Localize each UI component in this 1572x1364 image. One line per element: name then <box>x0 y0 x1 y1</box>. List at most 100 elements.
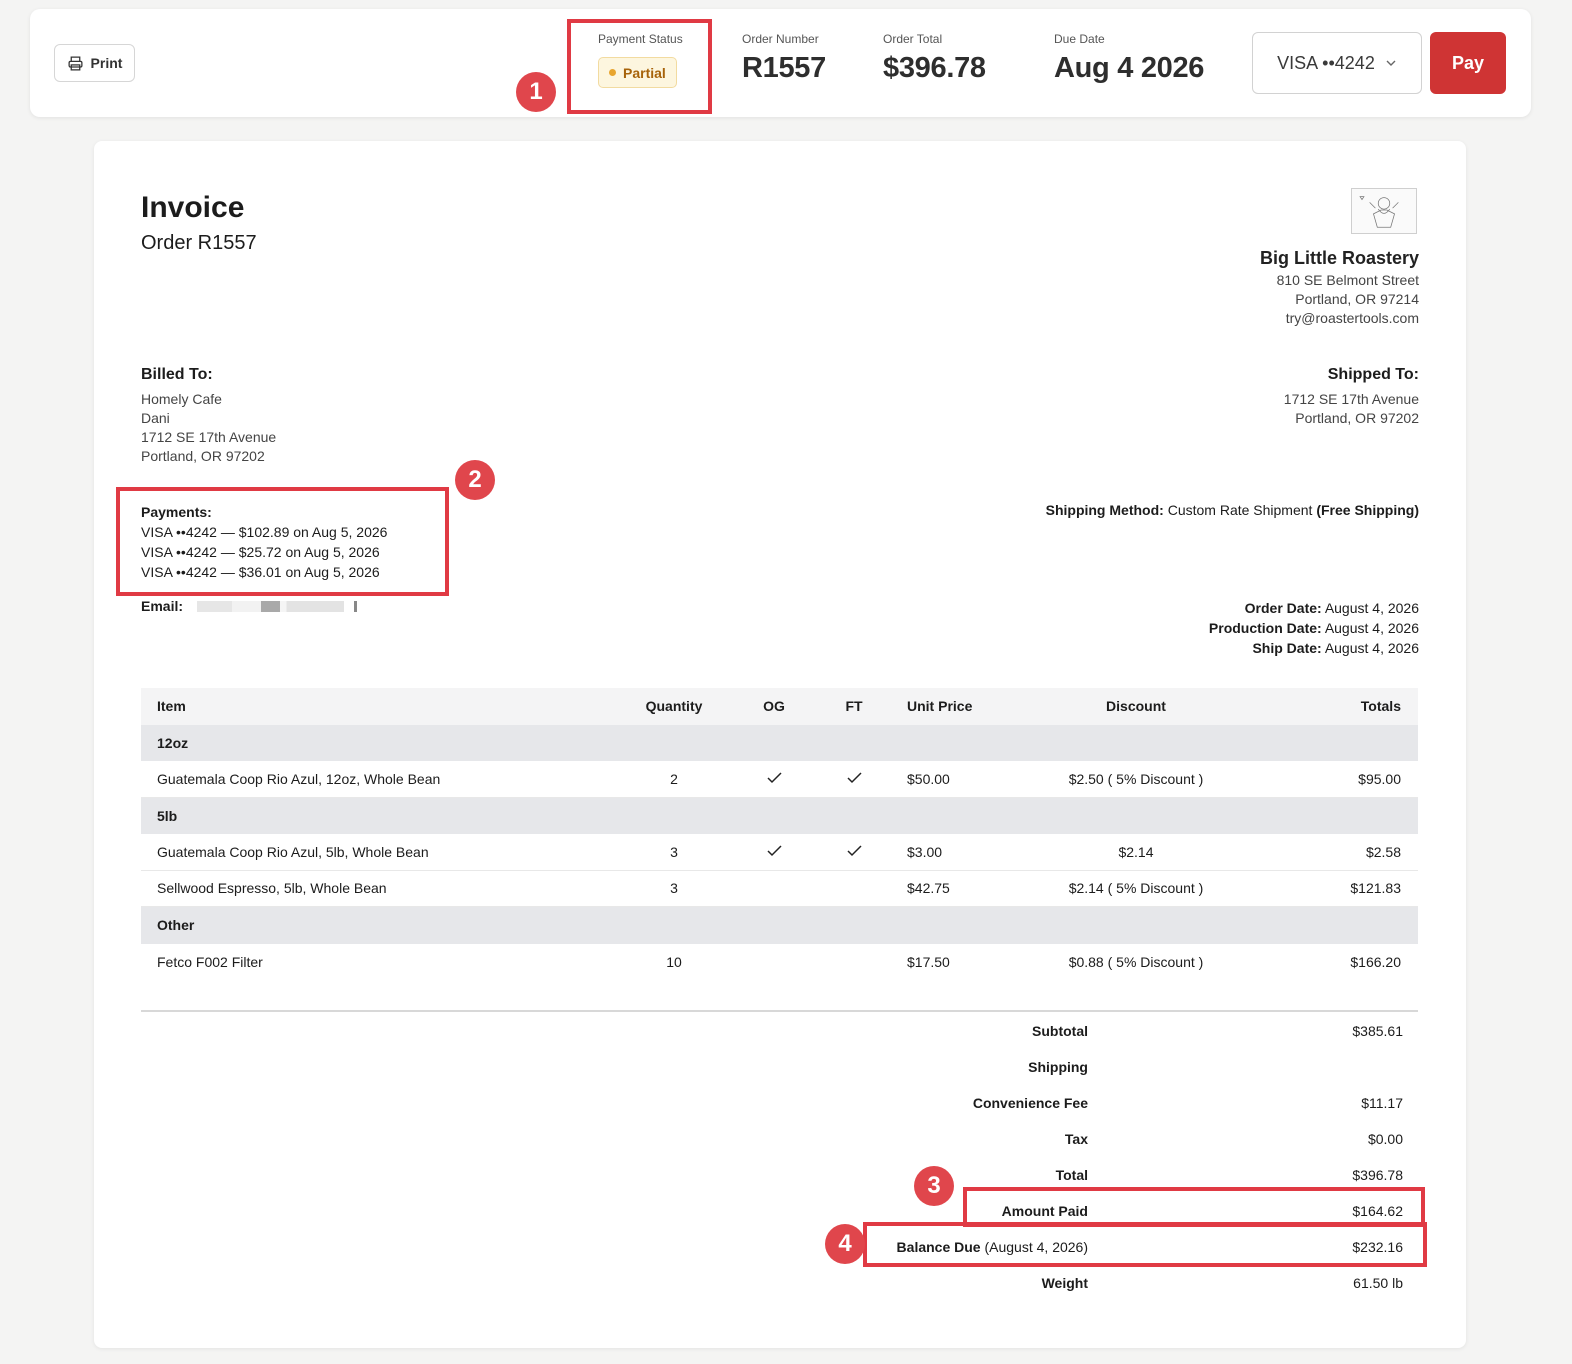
item-qty: 2 <box>670 770 678 787</box>
ship-date-value: August 4, 2026 <box>1324 640 1419 656</box>
order-total-value: $396.78 <box>883 52 986 84</box>
order-number-value: R1557 <box>742 52 826 84</box>
order-header: Print Payment Status Partial Order Numbe… <box>30 9 1531 117</box>
item-total: $95.00 <box>1358 770 1401 787</box>
email-row: Email: <box>141 598 358 614</box>
annotation-marker: 1 <box>516 72 556 112</box>
production-date-label: Production Date: <box>1208 620 1322 636</box>
item-total: $166.20 <box>1350 953 1401 970</box>
item-name: Guatemala Coop Rio Azul, 5lb, Whole Bean <box>157 843 429 860</box>
shipping-method-label: Shipping Method: <box>1045 502 1164 518</box>
order-date-value: August 4, 2026 <box>1324 600 1419 616</box>
table-row: Sellwood Espresso, 5lb, Whole Bean 3 $42… <box>141 871 1418 907</box>
item-unit-price: $17.50 <box>907 953 950 970</box>
billed-to-line: Dani <box>141 410 170 426</box>
due-date: Due Date Aug 4 2026 <box>1054 32 1204 85</box>
annotation-box-payments <box>116 487 449 596</box>
item-name: Guatemala Coop Rio Azul, 12oz, Whole Bea… <box>157 770 441 787</box>
pay-button[interactable]: Pay <box>1430 32 1506 94</box>
item-total: $2.58 <box>1365 843 1401 860</box>
table-row: Fetco F002 Filter 10 $17.50 $0.88 ( 5% D… <box>141 944 1418 981</box>
ft-check-icon <box>819 771 889 787</box>
invoice-order: Order R1557 <box>141 232 257 254</box>
card-select-value: VISA ••4242 <box>1277 52 1375 73</box>
column-header: Discount <box>1106 698 1166 715</box>
print-button[interactable]: Print <box>54 44 135 82</box>
subtotal-value: $385.61 <box>1352 1023 1403 1039</box>
due-date-label: Due Date <box>1054 32 1105 46</box>
shipped-to: Shipped To: 1712 SE 17th Avenue Portland… <box>1284 366 1419 428</box>
column-header: Unit Price <box>907 698 973 715</box>
email-redacted <box>197 600 358 612</box>
printer-icon <box>68 55 83 71</box>
annotation-marker: 4 <box>825 1224 865 1264</box>
item-unit-price: $50.00 <box>907 770 950 787</box>
item-discount: $2.14 ( 5% Discount ) <box>1068 880 1204 897</box>
weight-value: 61.50 lb <box>1353 1275 1403 1291</box>
group-row: Other <box>141 907 1418 944</box>
weight-row: Weight 61.50 lb <box>819 1265 1419 1301</box>
company-logo <box>1351 188 1417 234</box>
roastery-logo-icon <box>1359 196 1399 228</box>
convenience-fee-label: Convenience Fee <box>972 1095 1088 1111</box>
tax-label: Tax <box>1064 1131 1088 1147</box>
email-label: Email: <box>141 598 184 614</box>
annotation-box-balance-due <box>863 1222 1427 1267</box>
og-check-icon <box>729 771 819 787</box>
convenience-fee-value: $11.17 <box>1361 1095 1403 1111</box>
order-number: Order Number R1557 <box>742 32 826 85</box>
weight-label: Weight <box>1041 1275 1088 1291</box>
order-date-label: Order Date: <box>1244 600 1322 616</box>
items-table: Item Quantity OG FT Unit Price Discount … <box>141 688 1418 980</box>
billed-to-line: Portland, OR 97202 <box>141 448 265 464</box>
total-value: $396.78 <box>1352 1167 1403 1183</box>
item-qty: 3 <box>670 843 678 860</box>
ship-date-label: Ship Date: <box>1252 640 1322 656</box>
shipped-to-line: 1712 SE 17th Avenue <box>1283 391 1419 407</box>
item-unit-price: $3.00 <box>907 843 943 860</box>
company-street: 810 SE Belmont Street <box>1276 272 1419 288</box>
column-header: Totals <box>1360 698 1401 715</box>
production-date-value: August 4, 2026 <box>1324 620 1419 636</box>
print-label: Print <box>90 55 123 71</box>
item-name: Fetco F002 Filter <box>157 953 263 970</box>
subtotal-row: Subtotal $385.61 <box>819 1013 1419 1049</box>
column-header: Item <box>157 698 186 715</box>
column-header: Quantity <box>645 698 703 715</box>
billed-to-line: 1712 SE 17th Avenue <box>141 429 277 445</box>
column-header: FT <box>845 698 863 715</box>
shipping-method-note: (Free Shipping) <box>1316 502 1419 518</box>
tax-value: $0.00 <box>1367 1131 1403 1147</box>
company-info: Big Little Roastery 810 SE Belmont Stree… <box>1260 248 1419 326</box>
shipped-to-heading: Shipped To: <box>1327 366 1419 383</box>
annotation-marker: 2 <box>455 460 495 500</box>
shipping-method: Shipping Method: Custom Rate Shipment (F… <box>1046 502 1419 518</box>
tax-row: Tax $0.00 <box>819 1121 1419 1157</box>
item-qty: 3 <box>670 880 678 897</box>
billed-to: Billed To: Homely Cafe Dani 1712 SE 17th… <box>141 366 276 466</box>
item-discount: $2.14 <box>1118 843 1154 860</box>
shipping-method-value: Custom Rate Shipment <box>1167 502 1313 518</box>
order-number-label: Order Number <box>742 32 819 46</box>
billed-to-line: Homely Cafe <box>141 391 222 407</box>
convenience-fee-row: Convenience Fee $11.17 <box>819 1085 1419 1121</box>
invoice-title: Invoice <box>141 191 245 224</box>
invoice-sheet: Invoice Order R1557 Big Little Roastery … <box>94 141 1466 1348</box>
shipped-to-line: Portland, OR 97202 <box>1295 410 1419 426</box>
order-dates: Order Date: August 4, 2026 Production Da… <box>1209 598 1419 658</box>
group-name: 5lb <box>157 807 178 824</box>
table-row: Guatemala Coop Rio Azul, 12oz, Whole Bea… <box>141 761 1418 798</box>
item-discount: $0.88 ( 5% Discount ) <box>1068 953 1204 970</box>
group-row: 5lb <box>141 797 1418 834</box>
company-email: try@roastertools.com <box>1285 310 1419 326</box>
column-header: OG <box>763 698 785 715</box>
item-discount: $2.50 ( 5% Discount ) <box>1068 770 1204 787</box>
chevron-down-icon <box>1386 60 1396 66</box>
annotation-box-amount-paid <box>963 1187 1425 1227</box>
shipping-row: Shipping <box>819 1049 1419 1085</box>
billed-to-heading: Billed To: <box>141 366 213 383</box>
payment-card-select[interactable]: VISA ••4242 <box>1252 32 1422 94</box>
item-total: $121.83 <box>1350 880 1401 897</box>
group-row: 12oz <box>141 724 1418 761</box>
annotation-marker: 3 <box>914 1166 954 1206</box>
